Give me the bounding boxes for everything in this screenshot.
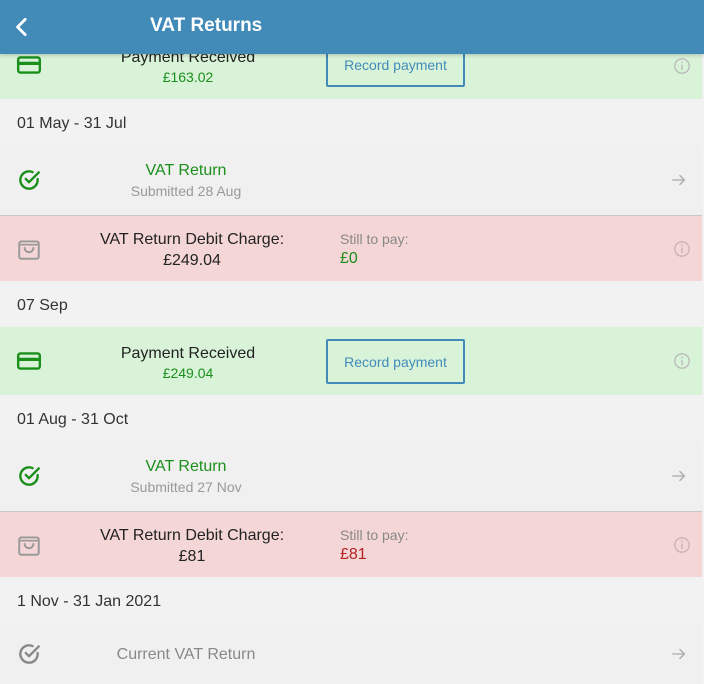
debit-charge-amount: £249.04 <box>163 252 221 269</box>
app-header: VAT Returns <box>0 0 704 54</box>
arrow-right-icon[interactable] <box>670 171 688 189</box>
payment-info: Payment Received £249.04 <box>108 345 268 381</box>
info-icon[interactable] <box>673 240 691 258</box>
current-vat-return-row[interactable]: Current VAT Return <box>0 624 702 684</box>
vat-return-row[interactable]: VAT Return Submitted 28 Aug <box>0 145 702 215</box>
arrow-right-icon[interactable] <box>670 645 688 663</box>
record-payment-button[interactable]: Record payment <box>326 339 465 384</box>
debit-charge-title: VAT Return Debit Charge: <box>99 231 285 248</box>
info-icon[interactable] <box>673 536 691 554</box>
info-icon[interactable] <box>673 352 691 370</box>
vat-return-title: VAT Return <box>145 458 227 475</box>
arrow-right-icon[interactable] <box>670 467 688 485</box>
credit-card-icon <box>16 56 42 74</box>
back-arrow-icon[interactable] <box>10 14 36 40</box>
vat-return-row[interactable]: VAT Return Submitted 27 Nov <box>0 441 702 511</box>
payment-received-row[interactable]: Payment Received £249.04 Record payment <box>0 327 702 395</box>
current-vat-return-title: Current VAT Return <box>116 646 256 663</box>
shopping-bag-icon <box>18 240 40 260</box>
period-heading: 07 Sep <box>17 297 68 314</box>
debit-charge-title: VAT Return Debit Charge: <box>99 527 285 544</box>
page-title: VAT Returns <box>150 15 263 36</box>
debit-charge-row[interactable]: VAT Return Debit Charge: £249.04 Still t… <box>0 216 702 281</box>
shopping-bag-icon <box>18 536 40 556</box>
period-heading: 01 Aug - 31 Oct <box>17 411 129 428</box>
check-circle-icon <box>19 170 40 190</box>
check-circle-icon <box>19 644 40 664</box>
still-to-pay: Still to pay: £0 <box>340 231 408 268</box>
still-to-pay-value: £81 <box>340 546 367 563</box>
period-heading: 01 May - 31 Jul <box>17 115 127 132</box>
info-icon[interactable] <box>673 57 691 75</box>
payment-amount: £249.04 <box>162 365 214 381</box>
debit-charge-info: VAT Return Debit Charge: £81 <box>80 527 304 566</box>
current-vat-return-info: Current VAT Return <box>96 646 276 664</box>
vat-return-submitted: Submitted 28 Aug <box>130 183 242 199</box>
still-to-pay: Still to pay: £81 <box>340 527 408 564</box>
vat-return-info: VAT Return Submitted 27 Nov <box>106 458 266 495</box>
vat-return-title: VAT Return <box>145 162 227 179</box>
vat-return-info: VAT Return Submitted 28 Aug <box>106 162 266 199</box>
payment-amount: £163.02 <box>162 69 214 85</box>
payment-title: Payment Received <box>120 345 256 362</box>
still-to-pay-label: Still to pay: <box>340 527 409 543</box>
debit-charge-amount: £81 <box>178 548 206 565</box>
still-to-pay-label: Still to pay: <box>340 231 409 247</box>
still-to-pay-value: £0 <box>340 250 358 267</box>
period-heading: 1 Nov - 31 Jan 2021 <box>17 593 162 610</box>
debit-charge-info: VAT Return Debit Charge: £249.04 <box>80 231 304 270</box>
debit-charge-row[interactable]: VAT Return Debit Charge: £81 Still to pa… <box>0 512 702 577</box>
payment-info: Payment Received £163.02 <box>108 49 268 85</box>
check-circle-icon <box>19 466 40 486</box>
vat-return-submitted: Submitted 27 Nov <box>130 479 242 495</box>
credit-card-icon <box>16 352 42 370</box>
